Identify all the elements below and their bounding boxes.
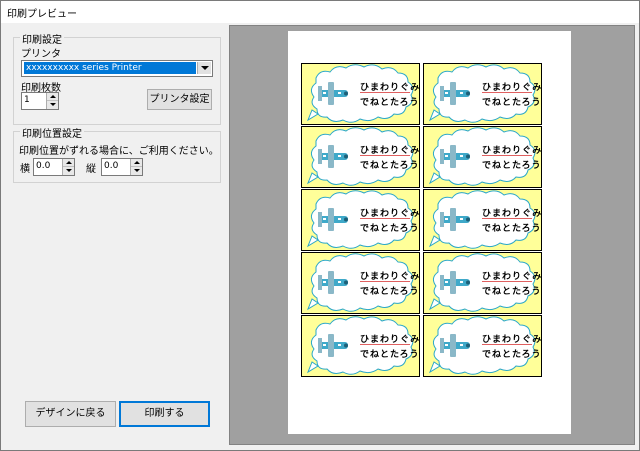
label-line2: でねとたろう [360, 287, 420, 297]
label-line2: でねとたろう [482, 161, 542, 171]
name-underline [482, 92, 532, 93]
vertical-offset-stepper[interactable]: 0.0 [101, 158, 143, 176]
name-label-card: ひまわりぐみ でねとたろう [423, 63, 542, 125]
name-label-card: ひまわりぐみ でねとたろう [423, 315, 542, 377]
name-underline [482, 281, 532, 282]
print-preview-window: 印刷プレビュー 印刷設定 プリンタ xxxxxxxxxx series Prin… [0, 0, 640, 451]
label-line2: でねとたろう [360, 98, 420, 108]
copies-value[interactable]: 1 [24, 95, 30, 105]
name-label-card: ひまわりぐみ でねとたろう [423, 252, 542, 314]
preview-paper: ひまわりぐみ でねとたろう ひまわりぐみ でねとたろう ひまわりぐみ でねとたろう ひまわり… [288, 31, 571, 434]
name-underline [482, 218, 532, 219]
copies-stepper[interactable]: 1 [21, 92, 59, 110]
horizontal-up-icon[interactable] [63, 159, 74, 167]
position-hint: 印刷位置がずれる場合に、ご利用ください。 [19, 146, 219, 157]
label-line2: でねとたろう [360, 350, 420, 360]
name-label-card: ひまわりぐみ でねとたろう [301, 126, 420, 188]
vertical-offset-value[interactable]: 0.0 [104, 161, 118, 171]
title-bar: 印刷プレビュー [1, 1, 639, 23]
copies-up-icon[interactable] [47, 93, 58, 101]
print-settings-title: 印刷設定 [20, 31, 64, 46]
name-label-card: ひまわりぐみ でねとたろう [423, 126, 542, 188]
label-line2: でねとたろう [482, 287, 542, 297]
label-line2: でねとたろう [360, 161, 420, 171]
name-label-card: ひまわりぐみ でねとたろう [301, 252, 420, 314]
label-line2: でねとたろう [482, 224, 542, 234]
name-underline [482, 344, 532, 345]
vertical-label: 縦 [86, 164, 96, 175]
name-underline [360, 155, 410, 156]
name-label-card: ひまわりぐみ でねとたろう [423, 189, 542, 251]
label-line2: でねとたろう [482, 350, 542, 360]
printer-select[interactable]: xxxxxxxxxx series Printer [21, 60, 213, 77]
printer-settings-button-label: プリンタ設定 [149, 94, 210, 105]
name-label-card: ひまわりぐみ でねとたろう [301, 315, 420, 377]
horizontal-offset-stepper[interactable]: 0.0 [33, 158, 75, 176]
name-label-card: ひまわりぐみ でねとたろう [301, 63, 420, 125]
name-underline [360, 218, 410, 219]
back-to-design-label: デザインに戻る [35, 408, 106, 419]
horizontal-offset-value[interactable]: 0.0 [36, 161, 50, 171]
print-button[interactable]: 印刷する [119, 401, 210, 427]
window-title: 印刷プレビュー [7, 9, 77, 20]
position-settings-title: 印刷位置設定 [20, 125, 84, 140]
vertical-down-icon[interactable] [131, 167, 142, 175]
back-to-design-button[interactable]: デザインに戻る [25, 401, 116, 427]
print-button-label: 印刷する [144, 408, 185, 419]
name-underline [360, 344, 410, 345]
printer-select-value: xxxxxxxxxx series Printer [24, 62, 196, 74]
name-underline [360, 92, 410, 93]
printer-label: プリンタ [21, 49, 61, 60]
chevron-down-icon[interactable] [197, 62, 211, 74]
vertical-up-icon[interactable] [131, 159, 142, 167]
horizontal-label: 横 [20, 164, 30, 175]
printer-settings-button[interactable]: プリンタ設定 [147, 89, 212, 110]
name-label-card: ひまわりぐみ でねとたろう [301, 189, 420, 251]
horizontal-down-icon[interactable] [63, 167, 74, 175]
copies-down-icon[interactable] [47, 101, 58, 109]
name-underline [482, 155, 532, 156]
label-line2: でねとたろう [482, 98, 542, 108]
label-line2: でねとたろう [360, 224, 420, 234]
name-underline [360, 281, 410, 282]
